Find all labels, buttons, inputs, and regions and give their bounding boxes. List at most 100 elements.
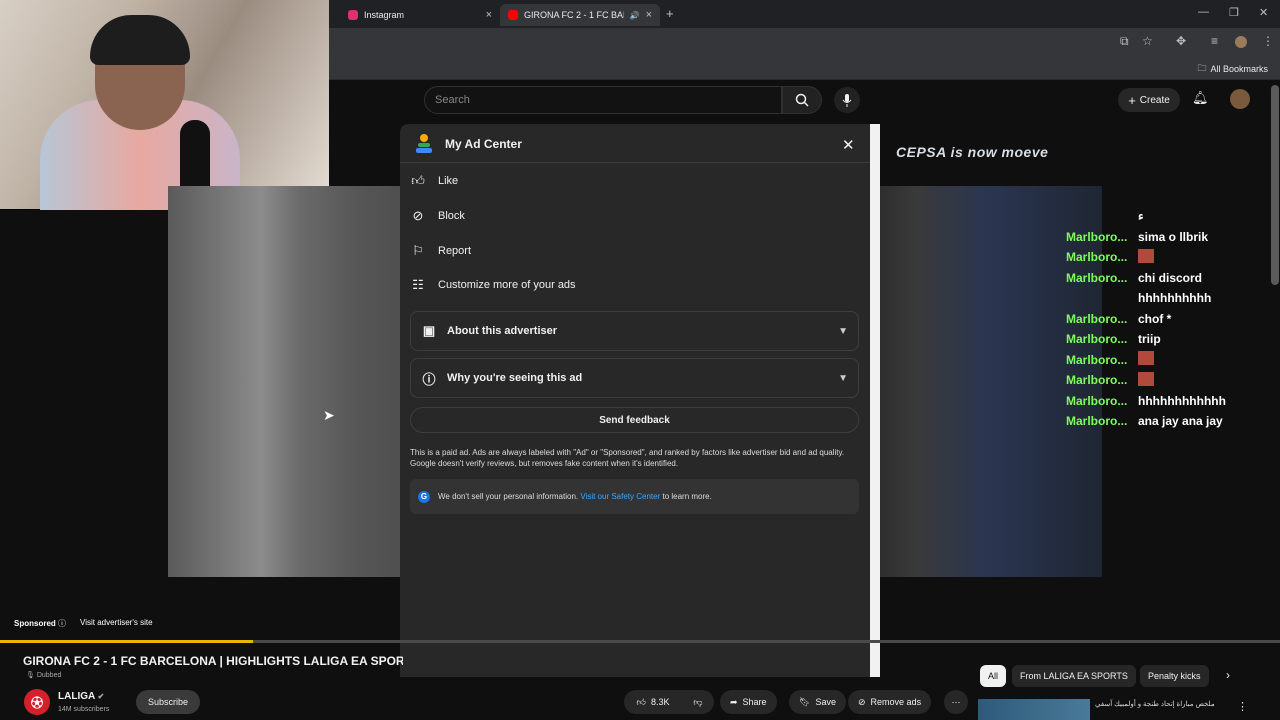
media-icon[interactable]: ≡: [1211, 34, 1218, 48]
save-label: Save: [815, 697, 836, 707]
safety-text: We don't sell your personal information.: [438, 492, 579, 501]
recommended-title[interactable]: ملخص مباراة إتحاد طنجة و أولمبيك آسفي: [1095, 700, 1225, 708]
visit-advertiser-link[interactable]: Visit advertiser's site: [80, 618, 153, 629]
remove-ads-button[interactable]: ⊘ Remove ads: [848, 690, 932, 714]
chat-text: hhhhhhhhhhhh: [1138, 393, 1226, 408]
tab-youtube[interactable]: GIRONA FC 2 - 1 FC BARCEL 🔊 ×: [500, 4, 660, 26]
ad-center-dialog: [400, 124, 880, 677]
close-icon[interactable]: ×: [486, 9, 492, 21]
notifications-bell-icon[interactable]: 🔔︎: [1192, 90, 1209, 106]
chat-username: Marlboro...: [1066, 229, 1128, 244]
like-count: 8.3K: [650, 697, 670, 707]
window-close-icon[interactable]: ✕: [1259, 6, 1268, 19]
chip-penalty-kicks[interactable]: Penalty kicks: [1140, 665, 1209, 687]
chat-message: Marlboro... chof *: [1066, 309, 1266, 330]
tab-label: Instagram: [364, 10, 405, 20]
send-feedback-button[interactable]: Send feedback: [410, 407, 859, 433]
youtube-icon: [508, 10, 518, 20]
recommended-thumbnail[interactable]: [978, 699, 1090, 720]
like-button[interactable]: 👍︎ 8.3K: [624, 690, 682, 714]
bookmark-icon: 🔖︎: [799, 696, 811, 707]
expander-label: About this advertiser: [447, 325, 558, 337]
chat-overlay: ء Marlboro... sima o llbrik Marlboro... Marl…: [1066, 206, 1266, 432]
dislike-button[interactable]: 👎︎: [682, 690, 714, 714]
webcam-overlay: [0, 0, 329, 210]
search-button[interactable]: [782, 86, 822, 114]
search-icon: [795, 93, 809, 107]
chevron-right-icon[interactable]: ›: [1226, 668, 1230, 682]
sponsored-bar: Sponsored ⓘ Visit advertiser's site: [14, 618, 153, 629]
voice-search-button[interactable]: [834, 87, 860, 113]
chip-all[interactable]: All: [980, 665, 1007, 687]
chat-text: sima o llbrik: [1138, 229, 1209, 244]
chat-text: [1138, 371, 1154, 389]
create-button[interactable]: + Create: [1118, 88, 1180, 112]
folder-icon: 🗀: [1197, 63, 1207, 73]
chat-username: Marlboro...: [1066, 393, 1128, 408]
new-tab-button[interactable]: +: [666, 6, 674, 21]
remove-ads-label: Remove ads: [870, 697, 922, 707]
chat-username: Marlboro...: [1066, 332, 1128, 347]
more-icon: ⋯: [951, 696, 961, 707]
menu-icon[interactable]: ⋮: [1262, 34, 1274, 48]
share-button[interactable]: ➦ Share: [720, 690, 777, 714]
emote-icon: [1138, 248, 1154, 263]
chat-message: Marlboro...: [1066, 350, 1266, 371]
page-scrollbar[interactable]: [1271, 85, 1279, 285]
chat-message: hhhhhhhhhh: [1066, 288, 1266, 309]
safety-center-link[interactable]: Visit our Safety Center: [580, 492, 660, 501]
account-avatar[interactable]: [1230, 89, 1250, 109]
instagram-icon: [348, 10, 358, 20]
subscriber-count: 14M subscribers: [58, 706, 110, 713]
option-label: Report: [438, 245, 472, 257]
emote-icon: [1138, 371, 1154, 386]
chat-text: [1138, 351, 1154, 368]
chat-text: triip: [1138, 332, 1161, 347]
channel-name[interactable]: LALIGA ✔: [58, 691, 104, 702]
safety-text-wrap: We don't sell your personal information.…: [438, 492, 712, 501]
video-title: GIRONA FC 2 - 1 FC BARCELONA | HIGHLIGHT…: [23, 654, 403, 668]
more-icon[interactable]: ⋮: [1237, 700, 1248, 713]
like-option[interactable]: 👍︎ Like: [410, 168, 458, 194]
about-advertiser-expander[interactable]: ▣ About this advertiser ▼: [410, 311, 859, 351]
star-icon[interactable]: ☆: [1142, 34, 1153, 48]
restore-icon[interactable]: ❐: [1229, 6, 1239, 19]
profile-icon[interactable]: [1235, 36, 1247, 48]
block-icon: ⊘: [858, 696, 866, 707]
info-icon: ⓘ: [422, 371, 436, 387]
address-bar-area: [329, 28, 1280, 56]
tab-instagram[interactable]: Instagram ×: [340, 4, 500, 26]
block-option[interactable]: ⊘ Block: [410, 203, 465, 229]
save-button[interactable]: 🔖︎ Save: [789, 690, 846, 714]
chat-message: Marlboro... hhhhhhhhhhhh: [1066, 391, 1266, 412]
progress-fill: [0, 640, 254, 643]
chevron-down-icon: ▼: [838, 372, 848, 384]
extensions-icon[interactable]: ✥: [1176, 34, 1186, 48]
channel-avatar[interactable]: ⚽︎: [24, 689, 50, 715]
google-icon: G: [418, 490, 430, 503]
close-icon[interactable]: ×: [646, 9, 652, 21]
more-actions-button[interactable]: ⋯: [944, 690, 968, 714]
chat-text: [1138, 248, 1154, 266]
cast-icon[interactable]: ⧉: [1120, 34, 1129, 49]
close-icon[interactable]: ✕: [842, 136, 855, 154]
info-icon[interactable]: ⓘ: [58, 619, 66, 628]
dialog-scrollbar[interactable]: [870, 124, 880, 677]
all-bookmarks[interactable]: 🗀 All Bookmarks: [1197, 61, 1268, 77]
search-input[interactable]: Search: [424, 86, 782, 114]
chip-from-laliga[interactable]: From LALIGA EA SPORTS: [1012, 665, 1136, 687]
share-label: Share: [742, 697, 767, 707]
verified-icon: ✔: [97, 692, 105, 701]
why-this-ad-expander[interactable]: ⓘ Why you're seeing this ad ▼: [410, 358, 859, 398]
customize-option[interactable]: ☷ Customize more of your ads: [410, 272, 575, 298]
subscribe-button[interactable]: Subscribe: [136, 690, 200, 714]
chat-message: ء: [1066, 206, 1266, 227]
share-icon: ➦: [730, 696, 738, 707]
chevron-down-icon: ▼: [838, 325, 848, 337]
minimize-icon[interactable]: —: [1198, 6, 1209, 18]
chat-message: Marlboro... ana jay ana jay: [1066, 411, 1266, 432]
speaker-icon[interactable]: 🔊: [630, 11, 640, 20]
chat-text: ء: [1138, 209, 1144, 224]
microphone-icon: [842, 94, 852, 107]
report-option[interactable]: ⚐ Report: [410, 238, 471, 264]
